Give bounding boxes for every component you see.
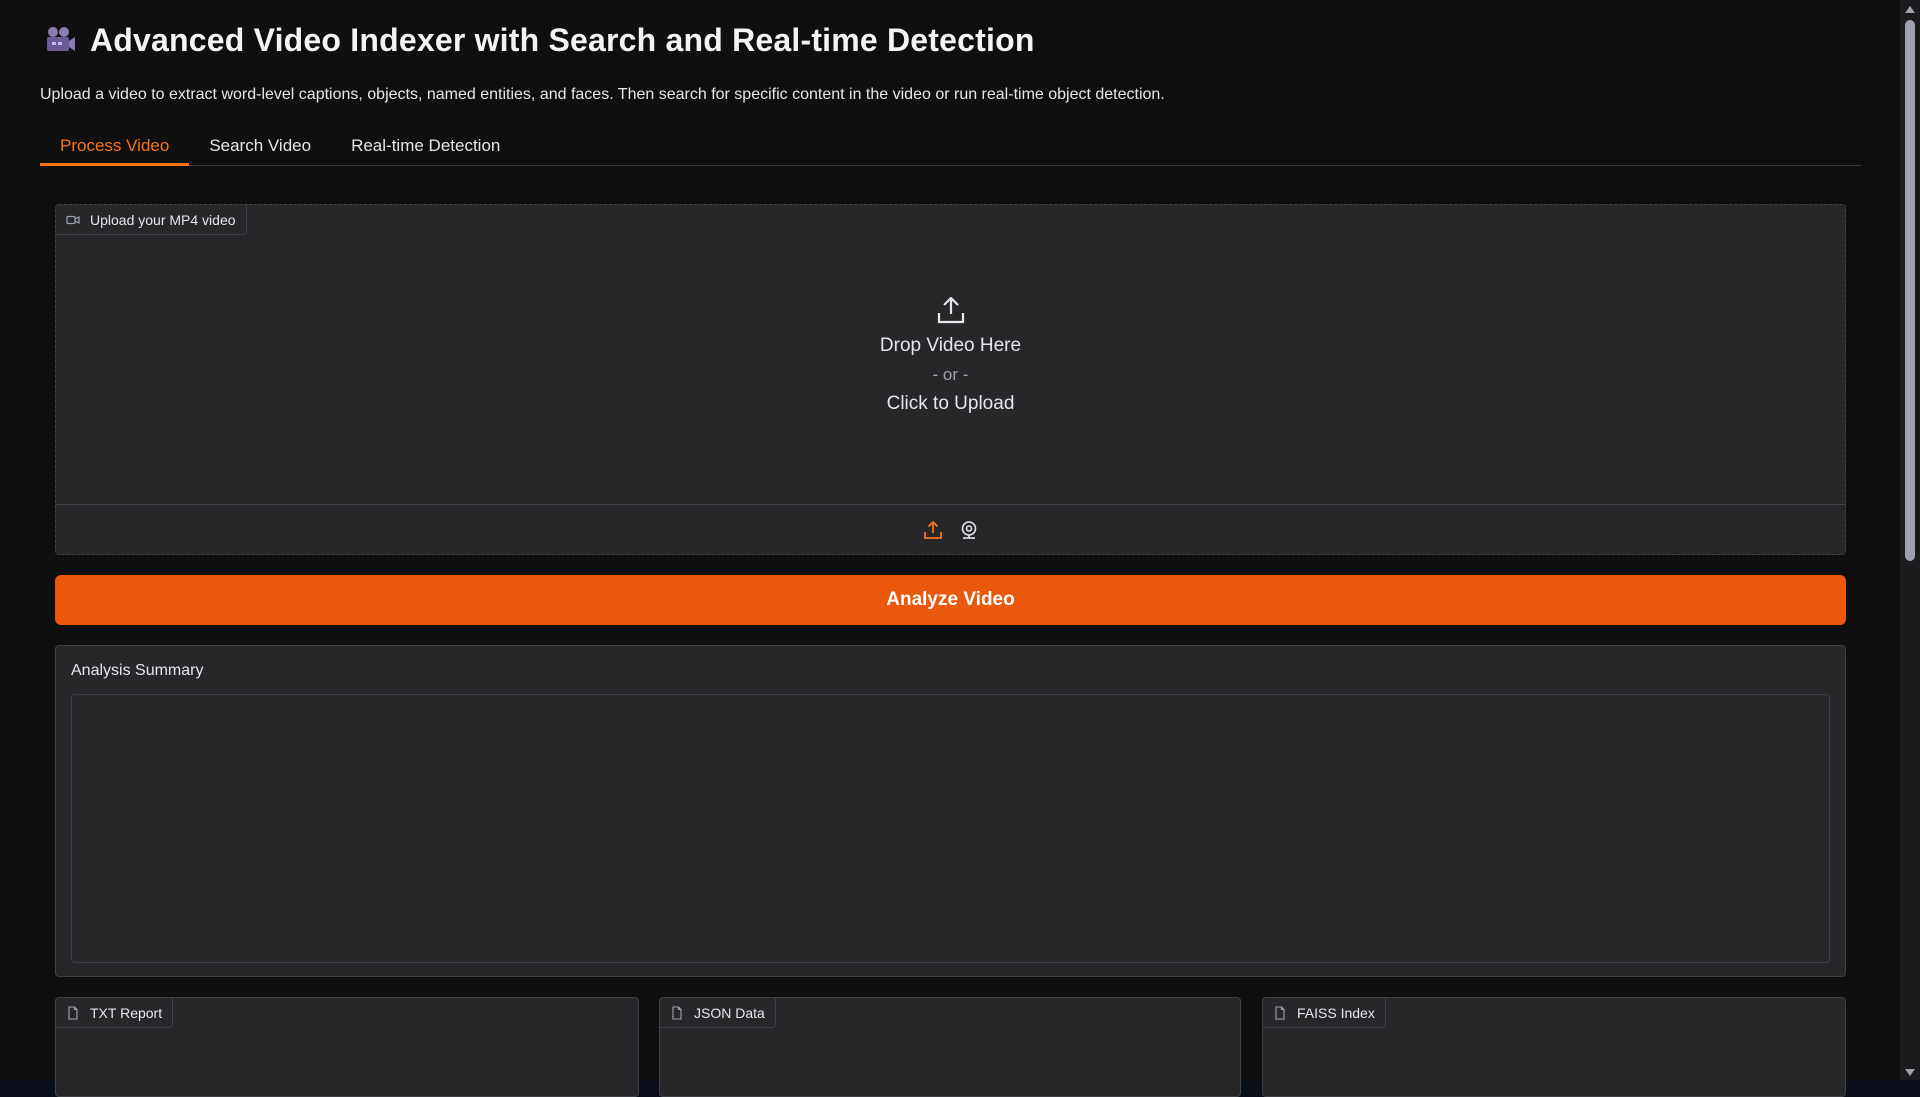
file-icon xyxy=(1273,1005,1287,1020)
click-to-upload-text[interactable]: Click to Upload xyxy=(56,393,1845,415)
upload-icon[interactable] xyxy=(923,520,943,540)
tab-process-video[interactable]: Process Video xyxy=(40,130,190,166)
analysis-summary-panel: Analysis Summary xyxy=(55,645,1846,977)
txt-report-file[interactable]: TXT Report xyxy=(55,997,639,1097)
page-description: Upload a video to extract word-level cap… xyxy=(40,86,1165,103)
video-icon xyxy=(66,213,80,227)
json-data-label: JSON Data xyxy=(694,1004,765,1021)
json-data-chip: JSON Data xyxy=(660,998,776,1028)
tab-bar: Process Video Search Video Real-time Det… xyxy=(40,130,1861,166)
upload-label: Upload your MP4 video xyxy=(90,211,236,228)
file-icon xyxy=(670,1005,684,1020)
drop-text: Drop Video Here xyxy=(879,335,1022,356)
faiss-index-file[interactable]: FAISS Index xyxy=(1262,997,1846,1097)
json-data-file[interactable]: JSON Data xyxy=(659,997,1241,1097)
file-icon xyxy=(66,1005,80,1020)
faiss-index-chip: FAISS Index xyxy=(1263,998,1386,1028)
movie-camera-icon xyxy=(40,20,80,60)
scroll-down-arrow-icon[interactable] xyxy=(1904,1065,1916,1077)
tab-real-time-detection[interactable]: Real-time Detection xyxy=(331,130,520,166)
scroll-up-arrow-icon[interactable] xyxy=(1904,3,1916,15)
txt-report-label: TXT Report xyxy=(90,1004,163,1021)
header: Advanced Video Indexer with Search and R… xyxy=(40,20,1035,60)
faiss-index-label: FAISS Index xyxy=(1297,1004,1375,1021)
txt-report-chip: TXT Report xyxy=(56,998,174,1028)
analysis-summary-textarea[interactable] xyxy=(71,694,1830,963)
upload-label-chip: Upload your MP4 video xyxy=(56,205,247,235)
upload-arrow-icon xyxy=(56,295,1845,325)
vertical-scrollbar[interactable] xyxy=(1900,0,1920,1080)
scrollbar-thumb[interactable] xyxy=(1905,20,1915,561)
video-upload-dropzone[interactable]: Upload your MP4 video Drop Video Here - … xyxy=(55,204,1846,555)
analyze-video-button[interactable]: Analyze Video xyxy=(55,575,1846,625)
page-title: Advanced Video Indexer with Search and R… xyxy=(90,21,1035,58)
tab-search-video[interactable]: Search Video xyxy=(189,130,331,166)
or-text: - or - xyxy=(932,365,969,384)
drop-area[interactable]: Drop Video Here - or - Click to Upload xyxy=(56,295,1845,415)
analysis-summary-label: Analysis Summary xyxy=(71,662,204,679)
webcam-icon[interactable] xyxy=(959,520,979,540)
source-selector xyxy=(56,504,1845,554)
app-page: Advanced Video Indexer with Search and R… xyxy=(0,0,1900,1097)
